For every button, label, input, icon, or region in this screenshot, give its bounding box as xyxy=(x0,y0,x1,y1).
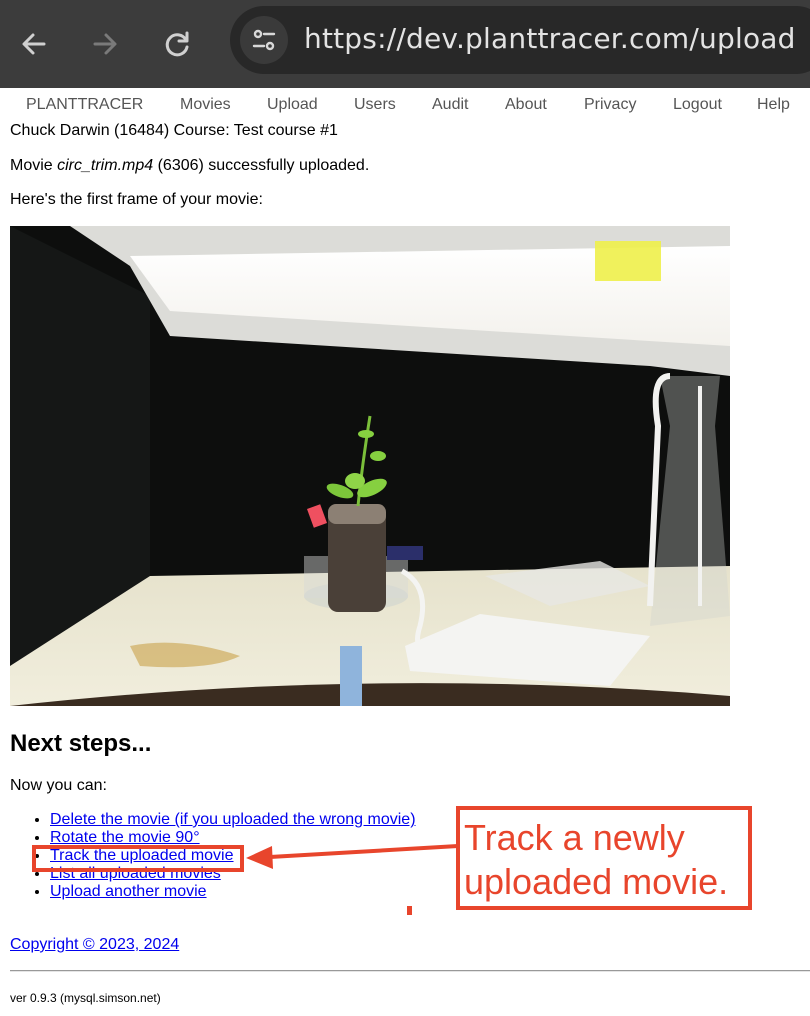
nav-upload[interactable]: Upload xyxy=(267,96,318,114)
movie-frame-illustration xyxy=(10,226,730,706)
callout-line-2: uploaded movie. xyxy=(464,861,729,902)
annotation-callout: Track a newly uploaded movie. xyxy=(456,806,752,910)
browser-toolbar: https://dev.planttracer.com/upload xyxy=(0,0,810,88)
list-item: Delete the movie (if you uploaded the wr… xyxy=(50,811,416,829)
address-bar[interactable]: https://dev.planttracer.com/upload xyxy=(230,6,810,74)
annotation-highlight-box xyxy=(32,845,244,872)
nav-logout[interactable]: Logout xyxy=(673,96,722,114)
nav-movies[interactable]: Movies xyxy=(180,96,231,114)
site-nav: PLANTTRACER Movies Upload Users Audit Ab… xyxy=(0,88,810,120)
list-item: Upload another movie xyxy=(50,883,416,901)
yellow-tape xyxy=(595,241,661,281)
back-button[interactable] xyxy=(14,24,54,64)
copyright-link[interactable]: Copyright © 2023, 2024 xyxy=(10,936,179,953)
annotation-mark xyxy=(407,906,412,915)
upload-another-link[interactable]: Upload another movie xyxy=(50,883,207,900)
first-frame-label: Here's the first frame of your movie: xyxy=(10,191,263,208)
rotate-movie-link[interactable]: Rotate the movie 90° xyxy=(50,829,200,846)
delete-movie-link[interactable]: Delete the movie (if you uploaded the wr… xyxy=(50,811,416,828)
callout-line-1: Track a newly xyxy=(464,817,685,858)
nav-privacy[interactable]: Privacy xyxy=(584,96,636,114)
nav-audit[interactable]: Audit xyxy=(432,96,468,114)
next-steps-intro: Now you can: xyxy=(10,777,107,794)
movie-filename: circ_trim.mp4 xyxy=(57,157,154,174)
user-course-info: Chuck Darwin (16484) Course: Test course… xyxy=(10,122,338,139)
arrow-right-icon xyxy=(93,33,117,55)
tune-icon xyxy=(252,29,276,51)
arrow-left-icon xyxy=(22,33,46,55)
nav-help[interactable]: Help xyxy=(757,96,790,114)
reload-icon xyxy=(165,31,189,57)
forward-button[interactable] xyxy=(85,24,125,64)
footer-copyright: Copyright © 2023, 2024 xyxy=(10,936,179,954)
nav-planttracer[interactable]: PLANTTRACER xyxy=(26,96,143,114)
upload-suffix: (6306) successfully uploaded. xyxy=(153,157,370,174)
upload-success-message: Movie circ_trim.mp4 (6306) successfully … xyxy=(10,157,369,175)
next-steps-heading: Next steps... xyxy=(10,730,152,757)
upload-prefix: Movie xyxy=(10,157,58,174)
footer-divider xyxy=(10,970,810,972)
url-text[interactable]: https://dev.planttracer.com/upload xyxy=(304,22,796,55)
first-frame-image xyxy=(10,226,730,706)
nav-users[interactable]: Users xyxy=(354,96,396,114)
version-info: ver 0.9.3 (mysql.simson.net) xyxy=(10,991,161,1005)
nav-about[interactable]: About xyxy=(505,96,547,114)
reload-button[interactable] xyxy=(158,24,198,64)
site-info-button[interactable] xyxy=(240,16,288,64)
